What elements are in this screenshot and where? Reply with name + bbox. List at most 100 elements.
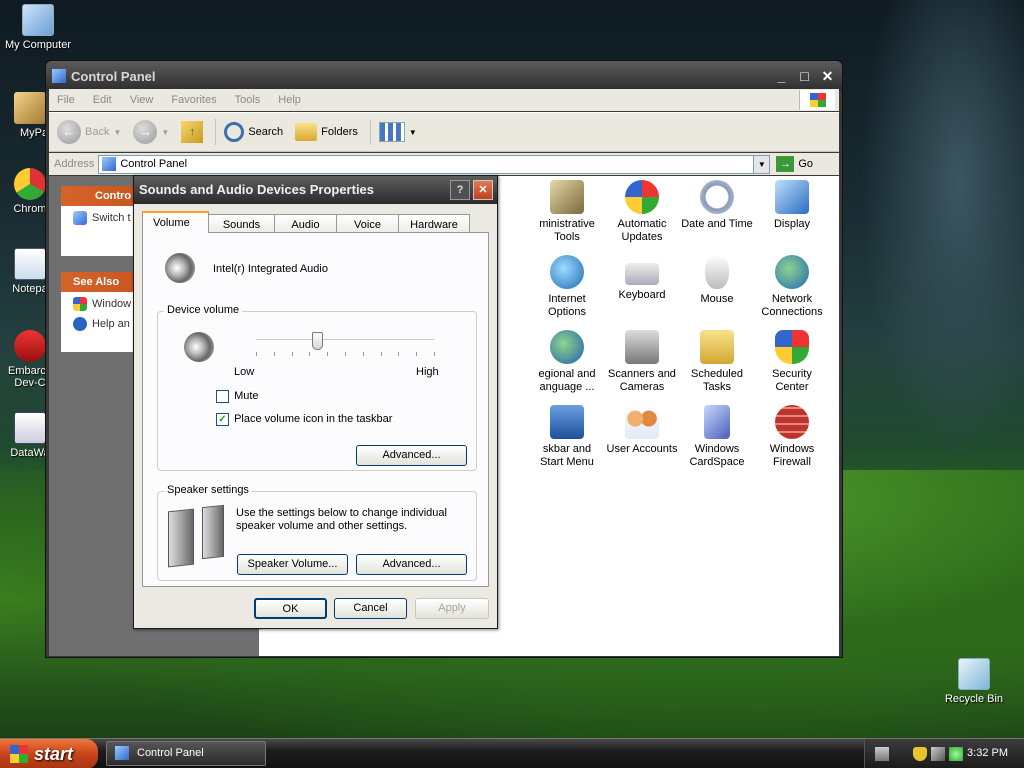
address-bar: Address Control Panel ▼ → Go — [49, 153, 839, 175]
views-button[interactable]: ▼ — [378, 122, 417, 142]
cp-item-windows-cardspace[interactable]: Windows CardSpace — [679, 405, 755, 469]
display-icon — [775, 180, 809, 214]
apply-button[interactable]: Apply — [415, 598, 489, 619]
menu-help[interactable]: Help — [278, 94, 301, 106]
cp-item-label: Internet Options — [548, 293, 586, 318]
cp-item-regional-and-language[interactable]: egional and anguage ... — [529, 330, 605, 394]
shield-icon — [775, 330, 809, 364]
close-button[interactable]: ✕ — [817, 66, 838, 87]
cp-item-taskbar-and-start-menu[interactable]: skbar and Start Menu — [529, 405, 605, 469]
cp-item-internet-options[interactable]: Internet Options — [529, 255, 605, 319]
tab-audio[interactable]: Audio — [274, 214, 337, 233]
volume-slider-tick — [434, 352, 435, 356]
volume-high-label: High — [416, 366, 439, 378]
mute-label: Mute — [234, 390, 259, 403]
cp-item-administrative-tools[interactable]: ministrative Tools — [529, 180, 605, 244]
control-panel-icon — [115, 746, 129, 760]
dialog-close-button[interactable]: ✕ — [473, 180, 493, 200]
volume-advanced-button[interactable]: Advanced... — [356, 445, 467, 466]
folders-button[interactable]: Folders — [295, 123, 358, 141]
cp-item-label: Keyboard — [618, 289, 666, 301]
speaker-advanced-button[interactable]: Advanced... — [356, 554, 467, 575]
window-titlebar[interactable]: Control Panel _ □ ✕ — [46, 61, 842, 91]
back-label: Back — [85, 126, 110, 138]
menu-tools[interactable]: Tools — [235, 94, 261, 106]
device-volume-group: Device volume Low High Mute ✓ Place volu… — [157, 304, 477, 471]
network-tray-icon[interactable] — [931, 747, 945, 761]
tab-volume[interactable]: Volume — [142, 211, 209, 233]
desktop-icon-my-computer[interactable]: My Computer — [0, 4, 76, 51]
dialog-titlebar[interactable]: Sounds and Audio Devices Properties — [134, 176, 497, 204]
shortcut-icon — [14, 92, 46, 124]
cp-item-keyboard[interactable]: Keyboard — [604, 255, 680, 302]
address-input[interactable]: Control Panel ▼ — [98, 154, 771, 174]
menu-edit[interactable]: Edit — [93, 94, 112, 106]
mute-checkbox-row[interactable]: Mute — [216, 390, 259, 403]
windows-update-icon — [73, 297, 87, 311]
cp-item-display[interactable]: Display — [754, 180, 830, 231]
go-label: Go — [798, 158, 814, 170]
tray-checkbox-row[interactable]: ✓ Place volume icon in the taskbar — [216, 413, 392, 426]
taskbar: start Control Panel 3:32 PM — [0, 738, 1024, 768]
cp-item-user-accounts[interactable]: User Accounts — [604, 405, 680, 456]
desktop-icon-recycle-bin[interactable]: Recycle Bin — [936, 658, 1012, 705]
address-value: Control Panel — [120, 158, 188, 170]
security-shield-icon[interactable] — [913, 747, 927, 761]
cp-item-scanners-and-cameras[interactable]: Scanners and Cameras — [604, 330, 680, 394]
maximize-button[interactable]: □ — [794, 66, 815, 87]
cp-item-label: ministrative Tools — [539, 218, 595, 243]
clock-icon — [700, 180, 734, 214]
internet-options-icon — [550, 255, 584, 289]
go-button[interactable]: → Go — [776, 156, 813, 172]
help-button[interactable]: ? — [450, 180, 470, 200]
volume-slider-tick — [398, 352, 400, 356]
address-label: Address — [54, 158, 95, 170]
tab-hardware[interactable]: Hardware — [398, 214, 470, 233]
volume-tab-panel: Intel(r) Integrated Audio Device volume … — [142, 232, 489, 587]
address-dropdown-button[interactable]: ▼ — [753, 155, 770, 173]
cp-item-label: skbar and Start Menu — [540, 443, 594, 468]
taskbar-control-panel-button[interactable]: Control Panel — [106, 741, 266, 766]
volume-slider-track[interactable] — [256, 339, 434, 341]
cancel-button[interactable]: Cancel — [334, 598, 407, 619]
menu-favorites[interactable]: Favorites — [171, 94, 216, 106]
speaker-settings-label: Speaker settings — [164, 484, 252, 496]
volume-slider-tick — [273, 352, 275, 356]
volume-slider-thumb[interactable] — [312, 332, 324, 350]
tab-sounds[interactable]: Sounds — [208, 214, 275, 233]
tray-icon-checkbox[interactable]: ✓ — [216, 413, 229, 426]
cp-item-scheduled-tasks[interactable]: Scheduled Tasks — [679, 330, 755, 394]
volume-tray-icon[interactable] — [949, 747, 963, 761]
cp-item-date-and-time[interactable]: Date and Time — [679, 180, 755, 231]
mute-checkbox[interactable] — [216, 390, 229, 403]
cp-item-security-center[interactable]: Security Center — [754, 330, 830, 394]
control-panel-icon — [102, 157, 117, 171]
wallpaper-sky — [860, 0, 1024, 460]
go-arrow-icon: → — [776, 156, 795, 172]
keyboard-icon — [625, 263, 659, 285]
cp-item-automatic-updates[interactable]: Automatic Updates — [604, 180, 680, 244]
volume-slider-tick — [256, 352, 257, 356]
tab-voice[interactable]: Voice — [336, 214, 399, 233]
volume-slider-tick — [362, 352, 364, 356]
device-volume-label: Device volume — [164, 304, 243, 316]
menu-view[interactable]: View — [130, 94, 154, 106]
menu-file[interactable]: File — [57, 94, 75, 106]
forward-button[interactable]: → ▼ — [133, 120, 169, 144]
cp-item-network-connections[interactable]: Network Connections — [754, 255, 830, 319]
keyboard-tray-icon[interactable] — [875, 747, 889, 761]
folders-icon — [295, 123, 318, 141]
sounds-dialog: Sounds and Audio Devices Properties ? ✕ … — [133, 175, 498, 629]
back-button[interactable]: ← Back ▼ — [57, 120, 121, 144]
ok-button[interactable]: OK — [254, 598, 327, 619]
cp-item-mouse[interactable]: Mouse — [679, 255, 755, 306]
start-button[interactable]: start — [0, 739, 98, 768]
cp-item-windows-firewall[interactable]: Windows Firewall — [754, 405, 830, 469]
search-button[interactable]: Search — [224, 122, 283, 142]
volume-slider-tick — [327, 352, 329, 356]
minimize-button[interactable]: _ — [771, 66, 792, 87]
speaker-volume-button[interactable]: Speaker Volume... — [237, 554, 348, 575]
up-folder-button[interactable]: ↑ — [181, 121, 204, 143]
dialog-title: Sounds and Audio Devices Properties — [139, 182, 375, 197]
toolbar-separator — [369, 119, 371, 145]
